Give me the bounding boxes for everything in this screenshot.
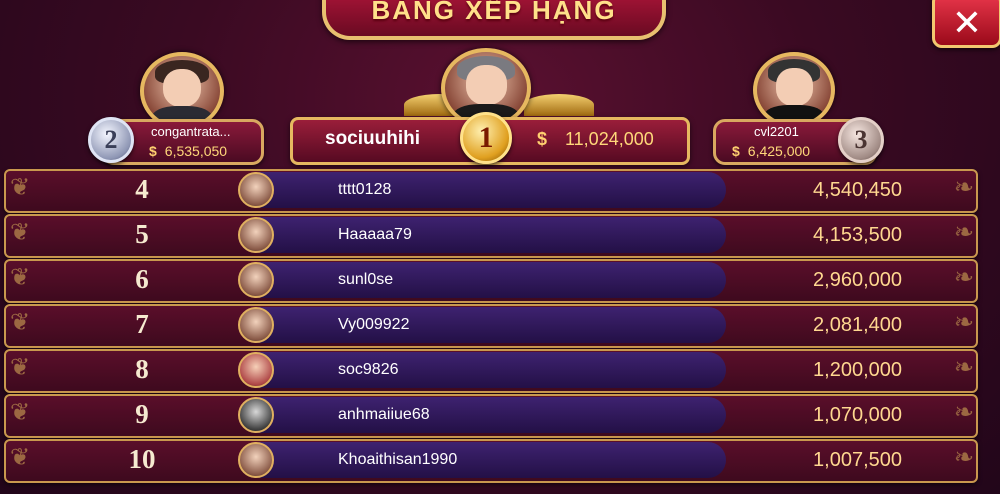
list-item[interactable]: ❦ 8 soc9826 1,200,000 ❧ bbox=[4, 349, 978, 393]
name-bar bbox=[256, 352, 726, 388]
dollar-icon: $ bbox=[537, 129, 548, 149]
avatar[interactable] bbox=[238, 352, 274, 388]
row-player-name: Khoaithisan1990 bbox=[338, 451, 458, 468]
podium-amount-value: 6,535,050 bbox=[164, 143, 228, 159]
list-item[interactable]: ❦ 6 sunl0se 2,960,000 ❧ bbox=[4, 259, 978, 303]
rank-2-number: 2 bbox=[104, 125, 118, 154]
leaderboard-title-plaque: BẢNG XẾP HẠNG bbox=[322, 0, 666, 40]
dollar-icon: $ bbox=[732, 143, 740, 159]
row-rank: 8 bbox=[135, 354, 149, 384]
ornament-icon: ❧ bbox=[953, 443, 974, 471]
row-score: 1,007,500 bbox=[813, 449, 902, 471]
row-rank: 10 bbox=[128, 444, 156, 474]
ornament-icon: ❧ bbox=[953, 173, 974, 201]
row-score: 2,081,400 bbox=[813, 314, 902, 336]
podium-name-rank-3: cvl2201 bbox=[754, 124, 799, 139]
avatar-rank-3[interactable] bbox=[753, 52, 835, 128]
podium-name-rank-1: sociuuhihi bbox=[325, 128, 420, 149]
row-player-name: soc9826 bbox=[338, 361, 399, 378]
list-item[interactable]: ❦ 10 Khoaithisan1990 1,007,500 ❧ bbox=[4, 439, 978, 483]
rank-3-medal: 3 bbox=[838, 117, 884, 163]
name-bar bbox=[256, 307, 726, 343]
row-player-name: anhmaiiue68 bbox=[338, 406, 430, 423]
avatar[interactable] bbox=[238, 397, 274, 433]
ornament-icon: ❧ bbox=[953, 308, 974, 336]
podium-name-rank-2: congantrata... bbox=[151, 124, 231, 139]
ornament-icon: ❦ bbox=[10, 353, 31, 381]
name-bar bbox=[256, 172, 726, 208]
row-rank: 7 bbox=[135, 309, 149, 339]
right-wing-ornament bbox=[524, 94, 594, 116]
row-score: 2,960,000 bbox=[813, 269, 902, 291]
rank-1-number: 1 bbox=[478, 121, 494, 154]
avatar-face bbox=[775, 68, 813, 106]
ornament-icon: ❦ bbox=[10, 173, 31, 201]
list-item[interactable]: ❦ 9 anhmaiiue68 1,070,000 ❧ bbox=[4, 394, 978, 438]
ornament-icon: ❧ bbox=[953, 263, 974, 291]
ornament-icon: ❦ bbox=[10, 263, 31, 291]
avatar[interactable] bbox=[238, 217, 274, 253]
podium-amount-value: 6,425,000 bbox=[747, 143, 811, 159]
row-score: 4,153,500 bbox=[813, 224, 902, 246]
name-bar bbox=[256, 442, 726, 478]
row-rank: 6 bbox=[135, 264, 149, 294]
avatar[interactable] bbox=[238, 172, 274, 208]
row-rank: 9 bbox=[135, 399, 149, 429]
name-bar bbox=[256, 262, 726, 298]
ornament-icon: ❧ bbox=[953, 398, 974, 426]
podium-amount-rank-1: 11,024,000 bbox=[565, 129, 654, 149]
list-item[interactable]: ❦ 7 Vy009922 2,081,400 ❧ bbox=[4, 304, 978, 348]
ornament-icon: ❦ bbox=[10, 398, 31, 426]
close-icon: ✕ bbox=[951, 2, 983, 44]
rank-2-medal: 2 bbox=[88, 117, 134, 163]
dollar-icon: $ bbox=[149, 143, 157, 159]
podium-amount-rank-3: $6,425,000 bbox=[732, 143, 810, 159]
name-bar bbox=[256, 217, 726, 253]
ornament-icon: ❦ bbox=[10, 218, 31, 246]
row-rank: 5 bbox=[135, 219, 149, 249]
row-player-name: tttt0128 bbox=[338, 181, 392, 198]
list-item[interactable]: ❦ 4 tttt0128 4,540,450 ❧ bbox=[4, 169, 978, 213]
list-item[interactable]: ❦ 5 Haaaaa79 4,153,500 ❧ bbox=[4, 214, 978, 258]
row-score: 4,540,450 bbox=[813, 179, 902, 201]
page-title: BẢNG XẾP HẠNG bbox=[371, 0, 617, 25]
row-rank: 4 bbox=[135, 174, 149, 204]
rank-1-medal: 1 bbox=[460, 112, 512, 164]
avatar[interactable] bbox=[238, 262, 274, 298]
ornament-icon: ❧ bbox=[953, 353, 974, 381]
podium-amount-rank-2: $6,535,050 bbox=[149, 143, 227, 159]
ornament-icon: ❦ bbox=[10, 443, 31, 471]
close-button[interactable]: ✕ bbox=[932, 0, 1000, 48]
avatar[interactable] bbox=[238, 307, 274, 343]
rank-3-number: 3 bbox=[854, 125, 868, 154]
row-score: 1,070,000 bbox=[813, 404, 902, 426]
row-player-name: Haaaaa79 bbox=[338, 226, 412, 243]
name-bar bbox=[256, 397, 726, 433]
avatar[interactable] bbox=[238, 442, 274, 478]
ornament-icon: ❦ bbox=[10, 308, 31, 336]
ornament-icon: ❧ bbox=[953, 218, 974, 246]
avatar-face bbox=[163, 68, 201, 108]
row-player-name: sunl0se bbox=[338, 271, 394, 288]
avatar-face bbox=[465, 64, 507, 105]
row-player-name: Vy009922 bbox=[338, 316, 410, 333]
row-score: 1,200,000 bbox=[813, 359, 902, 381]
